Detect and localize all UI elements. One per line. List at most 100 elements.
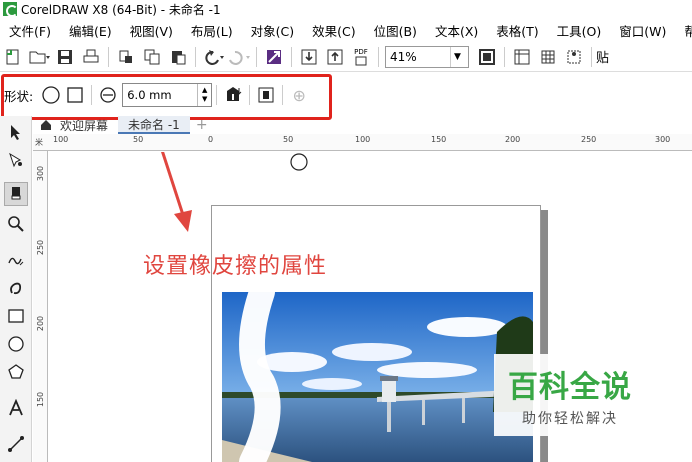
toolbar-separator [378,46,379,67]
size-spinner[interactable]: ▲ ▼ [197,84,211,106]
watermark-title: 百科全说 [508,370,632,405]
window-title: CorelDRAW X8 (64-Bit) - 未命名 -1 [21,2,221,17]
add-tab-icon[interactable]: + [194,117,210,133]
ruler-tick: 300 [36,165,46,182]
text-tool-icon[interactable] [4,396,28,420]
menu-object[interactable]: 对象(C) [242,21,303,40]
menu-file[interactable]: 文件(F) [0,21,60,40]
watermark: 百科全说 助你轻松解决 [494,354,656,436]
ruler-unit-label: 米 [35,138,43,147]
toolbar-separator [91,85,93,105]
redo-icon[interactable] [227,45,251,69]
toolbar-separator [591,46,592,67]
circle-eraser-icon[interactable] [39,83,63,107]
polygon-tool-icon[interactable] [4,360,28,384]
ruler-tick: 100 [355,135,371,144]
ruler-tick: 300 [655,135,671,144]
ruler-tick: 150 [431,135,447,144]
square-eraser-icon[interactable] [63,83,87,107]
publish-pdf-icon[interactable]: PDF [349,45,373,69]
menu-view[interactable]: 视图(V) [121,21,182,40]
eraser-size-value: 6.0 mm [127,88,172,102]
ruler-tick: 100 [53,135,69,144]
auto-reduce-eraser-icon[interactable] [254,83,278,107]
cut-icon[interactable] [114,45,138,69]
chevron-down-icon[interactable]: ▼ [450,46,464,67]
ruler-tick: 50 [283,135,294,144]
annotation-arrow [161,152,192,232]
menu-window[interactable]: 窗口(W) [610,21,675,40]
corel-connect-icon[interactable] [262,45,286,69]
import-icon[interactable] [297,45,321,69]
open-folder-icon[interactable] [27,45,51,69]
paste-icon[interactable] [166,45,190,69]
toolbar-separator [249,85,251,105]
pdf-label: PDF [354,47,368,56]
ruler-tick: 200 [36,315,46,332]
toolbar-separator [195,46,196,67]
toolbar-separator [216,85,218,105]
tab-welcome-screen[interactable]: 欢迎屏幕 [30,116,118,134]
coreldraw-logo-icon [3,2,18,17]
shape-tool-icon[interactable] [4,148,28,172]
document-tabs: 欢迎屏幕 未命名 -1 + [30,116,210,134]
artistic-media-tool-icon[interactable] [4,276,28,300]
print-icon[interactable] [79,45,103,69]
menu-bitmaps[interactable]: 位图(B) [365,21,426,40]
ellipse-tool-icon[interactable] [4,332,28,356]
annotation-text: 设置橡皮擦的属性 [143,254,328,279]
spin-down-icon[interactable]: ▼ [202,95,207,104]
toolbar-separator [504,46,505,67]
menu-text[interactable]: 文本(X) [426,21,487,40]
tab-untitled-label: 未命名 -1 [128,117,180,132]
menu-table[interactable]: 表格(T) [487,21,547,40]
zoom-tool-icon[interactable] [4,212,28,236]
horizontal-ruler[interactable]: 米 100 50 0 50 100 150 200 250 300 [33,134,692,151]
ruler-tick: 0 [208,135,214,144]
copy-icon[interactable] [140,45,164,69]
export-icon[interactable] [323,45,347,69]
toolbar-separator [256,46,257,67]
ruler-tick: 250 [36,239,46,256]
rectangle-tool-icon[interactable] [4,304,28,328]
lake-photo[interactable] [222,292,533,462]
menu-edit[interactable]: 编辑(E) [60,21,121,40]
menu-help[interactable]: 帮助( [675,21,692,40]
title-bar: CorelDRAW X8 (64-Bit) - 未命名 -1 [0,0,692,18]
show-grid-icon[interactable] [536,45,560,69]
zoom-level-value: 41% [390,49,417,64]
toolbar-separator [108,46,109,67]
freehand-tool-icon[interactable] [4,248,28,272]
spin-up-icon[interactable]: ▲ [202,86,207,95]
toolbox [0,116,32,462]
toolbar-separator [282,85,284,105]
ruler-tick: 250 [581,135,597,144]
shape-label: 形状: [4,88,34,104]
full-screen-icon[interactable] [475,45,499,69]
save-icon[interactable] [53,45,77,69]
toolbar-separator [291,46,292,67]
standard-toolbar: PDF 41% ▼ 贴 [0,42,692,72]
ruler-tick: 150 [36,391,46,408]
menu-effects[interactable]: 效果(C) [303,21,364,40]
tab-welcome-label: 欢迎屏幕 [60,118,109,133]
pick-tool-icon[interactable] [4,120,28,144]
show-rulers-icon[interactable] [510,45,534,69]
eraser-size-input[interactable]: 6.0 mm ▲ ▼ [122,83,213,107]
new-document-icon[interactable] [1,45,25,69]
vertical-ruler[interactable]: 300 250 200 150 [33,151,48,462]
connector-tool-icon[interactable] [4,432,28,456]
toolbar-overflow-label[interactable]: 贴 [596,47,609,66]
tab-untitled-1[interactable]: 未命名 -1 [118,116,190,134]
eraser-tool-icon[interactable] [4,182,28,206]
menu-tools[interactable]: 工具(O) [548,21,611,40]
show-guides-icon[interactable] [562,45,586,69]
menu-layout[interactable]: 布局(L) [182,21,242,40]
property-bar: 形状: 6.0 mm ▲ ▼ ⊕ [0,75,692,115]
reduce-nodes-icon[interactable] [221,83,245,107]
ruler-tick: 200 [505,135,521,144]
ruler-tick: 50 [133,135,144,144]
undo-icon[interactable] [201,45,225,69]
add-icon[interactable]: ⊕ [287,83,311,107]
zoom-level-select[interactable]: 41% ▼ [385,45,469,68]
